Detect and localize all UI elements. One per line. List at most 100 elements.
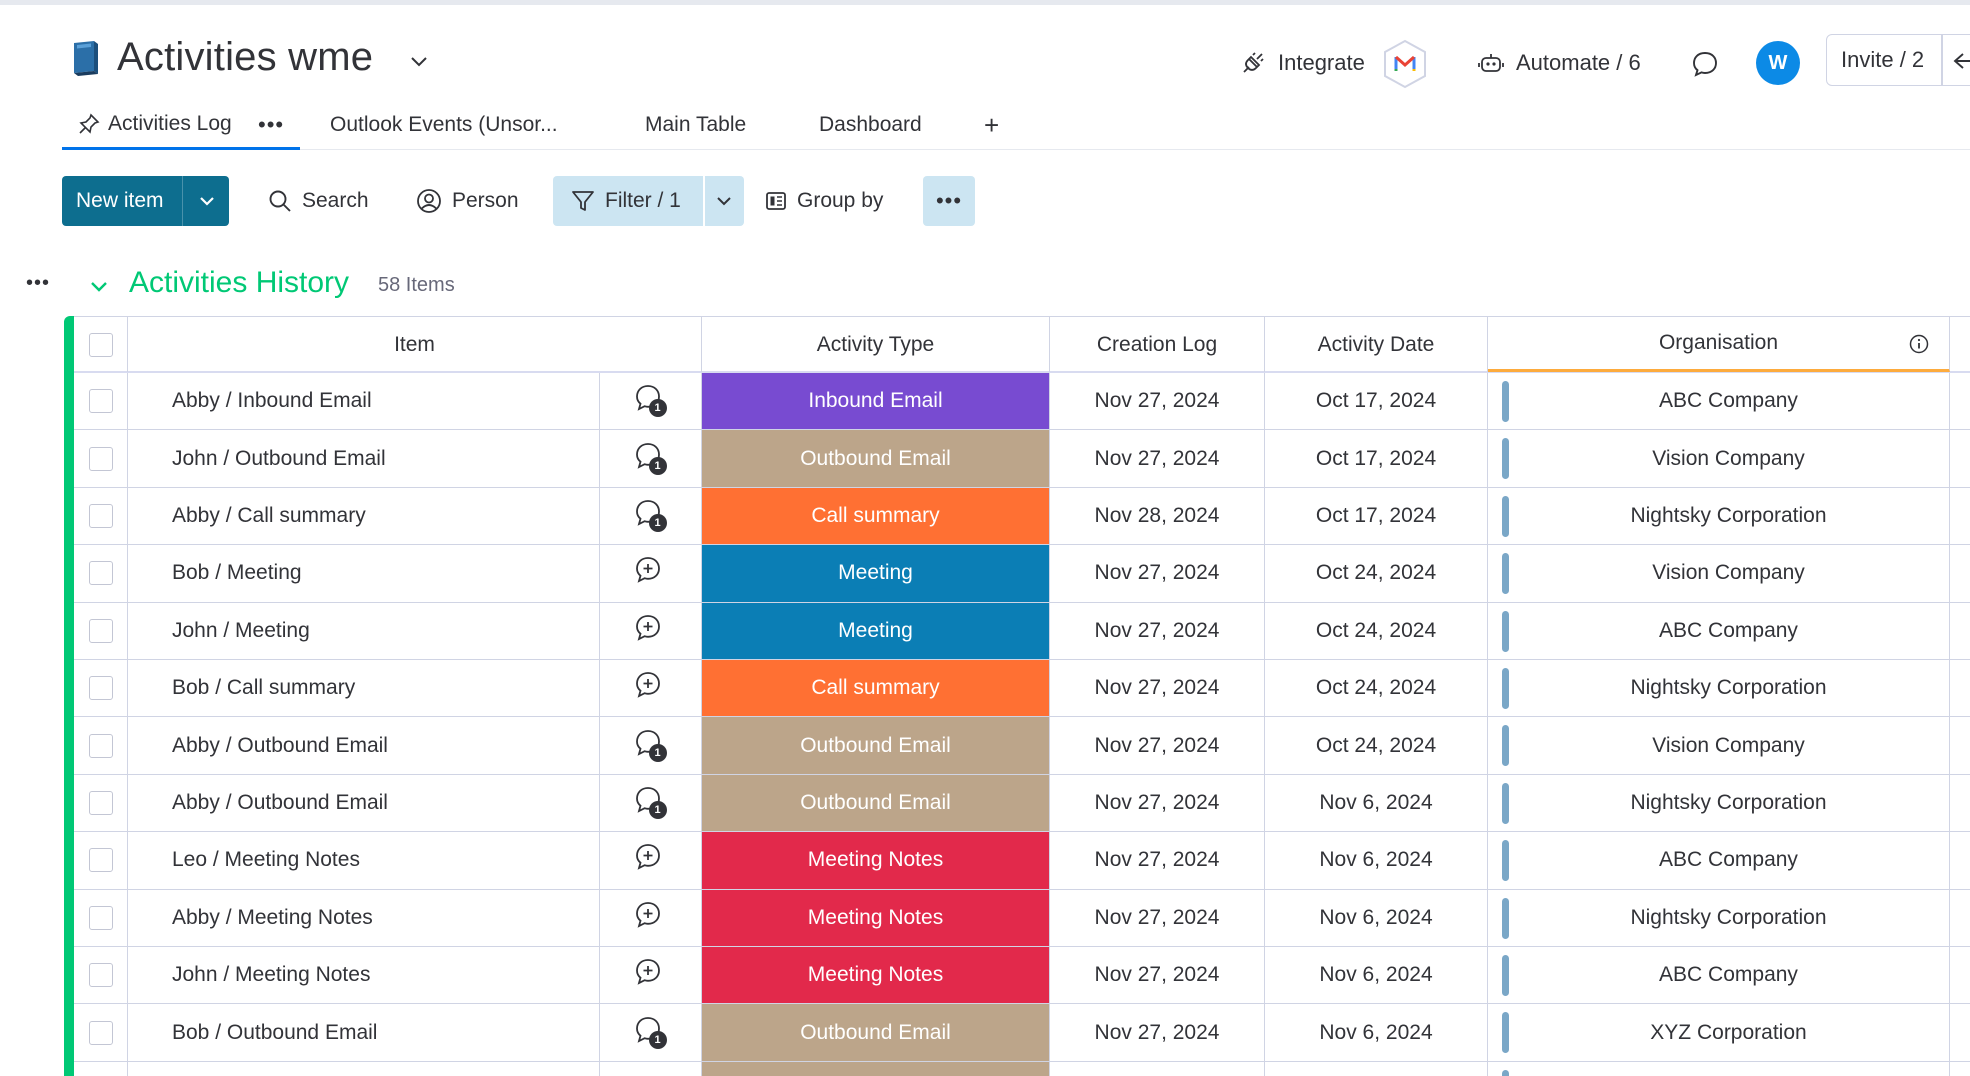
activity-type-status[interactable]: Outbound Email — [702, 774, 1050, 832]
automate-button[interactable]: Automate / 6 — [1478, 41, 1641, 85]
info-icon[interactable] — [1908, 333, 1930, 355]
group-title[interactable]: Activities History — [129, 266, 349, 300]
activity-date[interactable]: Oct 17, 2024 — [1265, 373, 1488, 430]
chevron-down-icon[interactable] — [713, 190, 735, 212]
row-checkbox[interactable] — [88, 790, 113, 815]
activity-date[interactable]: Nov 6, 2024 — [1265, 774, 1488, 832]
activity-date[interactable]: Oct 24, 2024 — [1265, 660, 1488, 717]
item-name[interactable]: John / Meeting Notes — [128, 947, 600, 1004]
add-update-button[interactable] — [633, 555, 669, 591]
table-row[interactable]: Abby / Outbound Email 1 Outbound Email Nov … — [74, 774, 1970, 833]
activity-type-status[interactable]: Meeting — [702, 545, 1050, 602]
add-update-button[interactable] — [633, 842, 669, 878]
activity-type-status[interactable]: Outbound Email — [702, 1004, 1050, 1061]
item-name[interactable]: Leo / Meeting Notes — [128, 832, 600, 889]
item-name[interactable]: Bob / Call summary — [128, 660, 600, 717]
column-header-activity-type[interactable]: Activity Type — [702, 317, 1050, 372]
add-update-button[interactable] — [633, 670, 669, 706]
organisation-cell[interactable]: ABC Company — [1488, 373, 1950, 430]
activity-date[interactable]: Oct 24, 2024 — [1265, 602, 1488, 659]
updates-button[interactable]: 1 — [633, 1015, 669, 1051]
chevron-down-icon[interactable] — [408, 51, 430, 73]
board-title[interactable]: Activities wme — [117, 35, 373, 80]
organisation-cell[interactable]: Nightsky Corporation — [1488, 889, 1950, 946]
row-checkbox[interactable] — [88, 1020, 113, 1045]
activity-date[interactable]: Oct 24, 2024 — [1265, 545, 1488, 602]
group-options-icon[interactable]: ••• — [26, 272, 50, 295]
row-checkbox[interactable] — [88, 676, 113, 701]
table-row[interactable]: Abby / Inbound Email 1 Inbound Email Nov 27… — [74, 373, 1970, 431]
item-name[interactable]: Bob / Outbound Email — [128, 1004, 600, 1061]
filter-button[interactable]: Filter / 1 — [553, 176, 744, 226]
updates-button[interactable]: 1 — [633, 785, 669, 821]
row-checkbox[interactable] — [88, 503, 113, 528]
collapse-group-icon[interactable] — [86, 274, 112, 300]
add-update-button[interactable] — [633, 957, 669, 993]
table-row[interactable]: Abby / Call summary 1 Call summary Nov 28, … — [74, 487, 1970, 546]
updates-button[interactable]: 1 — [633, 383, 669, 419]
activity-type-status[interactable]: Outbound Email — [702, 1061, 1050, 1076]
table-row[interactable]: John / Meeting Meeting Nov 27, 2024 Oct 24,… — [74, 602, 1970, 660]
row-checkbox[interactable] — [88, 848, 113, 873]
activity-date[interactable]: Oct 24, 2024 — [1265, 717, 1488, 774]
organisation-cell[interactable] — [1488, 1061, 1950, 1076]
gmail-icon[interactable] — [1382, 39, 1428, 89]
more-options-icon[interactable]: ••• — [258, 112, 284, 138]
activity-date[interactable]: Nov 6, 2024 — [1265, 1004, 1488, 1061]
table-row[interactable]: Outbound Email — [74, 1061, 1970, 1076]
item-name[interactable]: Bob / Meeting — [128, 545, 600, 602]
row-checkbox[interactable] — [88, 905, 113, 930]
tab-main-table[interactable]: Main Table — [645, 100, 746, 150]
tab-activities-log[interactable]: Activities Log ••• — [62, 100, 300, 150]
organisation-cell[interactable]: Vision Company — [1488, 717, 1950, 774]
column-header-activity-date[interactable]: Activity Date — [1265, 317, 1488, 372]
activity-date[interactable]: Oct 17, 2024 — [1265, 430, 1488, 487]
updates-button[interactable]: 1 — [633, 728, 669, 764]
table-row[interactable]: Leo / Meeting Notes Meeting Notes Nov 27, … — [74, 832, 1970, 890]
row-checkbox[interactable] — [88, 446, 113, 471]
table-row[interactable]: John / Meeting Notes Meeting Notes Nov 27,… — [74, 947, 1970, 1005]
table-row[interactable]: John / Outbound Email 1 Outbound Email Nov … — [74, 430, 1970, 488]
organisation-cell[interactable]: Nightsky Corporation — [1488, 487, 1950, 545]
activity-date[interactable]: Nov 6, 2024 — [1265, 832, 1488, 889]
organisation-cell[interactable]: XYZ Corporation — [1488, 1004, 1950, 1061]
row-checkbox[interactable] — [88, 389, 113, 414]
item-name[interactable]: Abby / Outbound Email — [128, 717, 600, 774]
add-update-button[interactable] — [633, 900, 669, 936]
column-header-item[interactable]: Item — [128, 317, 702, 372]
add-view-button[interactable]: + — [984, 100, 999, 150]
column-header-organisation[interactable]: Organisation — [1488, 317, 1950, 372]
activity-date[interactable] — [1265, 1061, 1488, 1076]
item-name[interactable]: Abby / Call summary — [128, 487, 600, 545]
organisation-cell[interactable]: Vision Company — [1488, 430, 1950, 487]
person-filter-button[interactable]: Person — [416, 176, 519, 226]
item-name[interactable]: Abby / Inbound Email — [128, 373, 600, 430]
activity-date[interactable]: Nov 6, 2024 — [1265, 947, 1488, 1004]
row-checkbox[interactable] — [88, 733, 113, 758]
tab-dashboard[interactable]: Dashboard — [819, 100, 922, 150]
table-row[interactable]: Bob / Outbound Email 1 Outbound Email Nov 2… — [74, 1004, 1970, 1062]
activity-type-status[interactable]: Meeting Notes — [702, 947, 1050, 1004]
row-checkbox[interactable] — [88, 963, 113, 988]
tab-outlook-events[interactable]: Outlook Events (Unsor... — [330, 100, 558, 150]
activity-type-status[interactable]: Meeting Notes — [702, 832, 1050, 889]
search-button[interactable]: Search — [268, 176, 369, 226]
item-name[interactable]: Abby / Outbound Email — [128, 774, 600, 832]
activity-type-status[interactable]: Call summary — [702, 660, 1050, 717]
chat-icon[interactable] — [1690, 49, 1720, 79]
column-header-creation-log[interactable]: Creation Log — [1050, 317, 1265, 372]
select-all-checkbox[interactable] — [88, 332, 113, 357]
activity-type-status[interactable]: Outbound Email — [702, 430, 1050, 487]
updates-button[interactable]: 1 — [633, 441, 669, 477]
row-checkbox[interactable] — [88, 561, 113, 586]
item-name[interactable]: Abby / Meeting Notes — [128, 889, 600, 946]
more-actions-button[interactable]: ••• — [923, 176, 975, 226]
table-row[interactable]: Bob / Call summary Call summary Nov 27, 20… — [74, 660, 1970, 718]
activity-date[interactable]: Oct 17, 2024 — [1265, 487, 1488, 545]
table-row[interactable]: Bob / Meeting Meeting Nov 27, 2024 Oct 24, … — [74, 545, 1970, 603]
avatar[interactable]: W — [1756, 41, 1800, 85]
invite-button[interactable]: Invite / 2 — [1826, 34, 1970, 86]
updates-button[interactable]: 1 — [633, 498, 669, 534]
organisation-cell[interactable]: Nightsky Corporation — [1488, 660, 1950, 717]
activity-date[interactable]: Nov 6, 2024 — [1265, 889, 1488, 946]
